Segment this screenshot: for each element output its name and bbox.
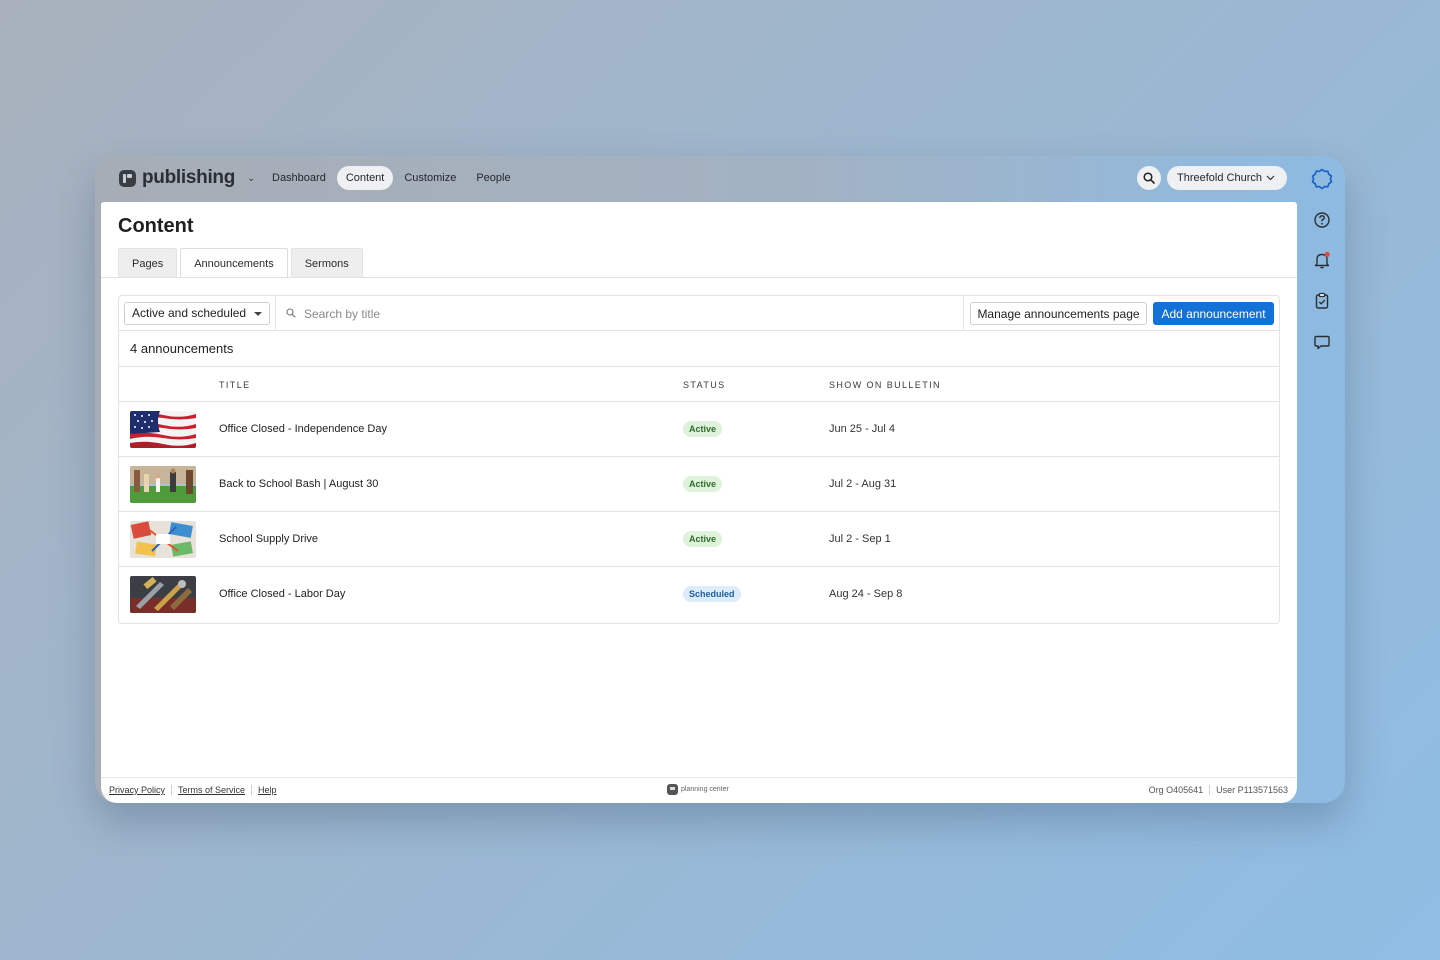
caret-down-icon [254,312,262,316]
org-id: Org O405641 [1143,785,1211,795]
product-switcher[interactable]: publishing ⌄ [119,167,255,189]
bulletin-dates: Jul 2 - Sep 1 [829,533,891,545]
privacy-policy-link[interactable]: Privacy Policy [109,785,173,795]
planning-center-logo: planning center [667,784,729,795]
tabs-divider [101,277,1297,278]
publishing-logo-icon [119,169,136,187]
nav-dashboard[interactable]: Dashboard [263,166,335,190]
bulletin-dates: Jul 2 - Aug 31 [829,478,897,490]
account-ids: Org O405641 User P113571563 [1143,785,1288,795]
bulletin-dates: Aug 24 - Sep 8 [829,588,903,600]
add-announcement-button[interactable]: Add announcement [1153,302,1274,325]
page-footer: Privacy Policy Terms of Service Help pla… [101,777,1297,803]
app-window: publishing ⌄ Dashboard Content Customize… [95,156,1345,803]
search-icon [1143,172,1155,184]
kids-playing-image [130,466,196,503]
list-divider [119,366,1279,367]
nav-customize[interactable]: Customize [395,166,465,190]
search-input[interactable] [304,302,944,325]
search-icon [286,308,296,318]
tab-pages[interactable]: Pages [118,248,178,278]
announcements-panel: Active and scheduled Manage announcement… [118,295,1280,624]
table-row[interactable]: Office Closed - Labor Day Scheduled Aug … [119,567,1279,622]
announcement-title[interactable]: Back to School Bash | August 30 [219,478,378,490]
american-flag-image [130,411,196,448]
planning-center-wordmark: planning center [681,786,729,793]
terms-of-service-link[interactable]: Terms of Service [172,785,253,795]
table-row[interactable]: Office Closed - Independence Day Active … [119,402,1279,457]
status-filter-value: Active and scheduled [132,306,247,320]
notifications-bell-icon[interactable] [1312,250,1332,270]
right-rail [1298,156,1345,803]
help-icon[interactable] [1312,210,1332,230]
product-name: publishing [142,167,236,188]
status-badge: Active [683,531,723,547]
planning-center-logo-icon [667,784,678,795]
content-tabs: Pages Announcements Sermons [118,248,363,278]
global-search-button[interactable] [1137,166,1161,190]
user-id: User P113571563 [1216,785,1288,795]
tab-announcements[interactable]: Announcements [180,248,288,278]
footer-links: Privacy Policy Terms of Service Help [109,785,283,795]
top-bar: publishing ⌄ Dashboard Content Customize… [95,156,1345,202]
announcements-count: 4 announcements [130,341,234,356]
help-link[interactable]: Help [252,785,283,795]
announcement-title[interactable]: School Supply Drive [219,533,318,545]
toolbar-divider [275,296,276,331]
tab-sermons[interactable]: Sermons [290,248,363,278]
table-row[interactable]: School Supply Drive Active Jul 2 - Sep 1 [119,512,1279,567]
column-header-show-on-bulletin: SHOW ON BULLETIN [829,380,941,390]
planning-center-badge-icon[interactable] [1311,168,1333,190]
bulletin-dates: Jun 25 - Jul 4 [829,423,896,435]
status-badge: Scheduled [683,586,741,602]
title-search [284,302,944,325]
nav-content[interactable]: Content [336,166,394,190]
tasks-clipboard-icon[interactable] [1312,291,1332,311]
toolbar-divider [963,296,964,331]
org-name: Threefold Church [1177,172,1262,184]
status-badge: Active [683,476,723,492]
nav-people[interactable]: People [467,166,519,190]
manage-announcements-page-button[interactable]: Manage announcements page [970,302,1147,325]
org-switcher[interactable]: Threefold Church [1167,166,1287,190]
announcement-title[interactable]: Office Closed - Labor Day [219,588,345,600]
status-filter-select[interactable]: Active and scheduled [124,302,270,325]
school-supplies-image [130,521,196,558]
announcement-title[interactable]: Office Closed - Independence Day [219,423,387,435]
content-card: Content Pages Announcements Sermons Acti… [101,202,1297,803]
page-title: Content [118,215,194,237]
status-badge: Active [683,421,723,437]
main-nav: Dashboard Content Customize People [263,166,520,190]
chevron-down-icon: ⌄ [247,172,256,184]
work-tools-image [130,576,196,613]
announcements-toolbar: Active and scheduled Manage announcement… [119,296,1279,331]
chevron-down-icon [1266,175,1275,181]
column-header-status: STATUS [683,380,726,390]
chat-icon[interactable] [1312,332,1332,352]
column-header-title: TITLE [219,380,251,390]
table-row[interactable]: Back to School Bash | August 30 Active J… [119,457,1279,512]
